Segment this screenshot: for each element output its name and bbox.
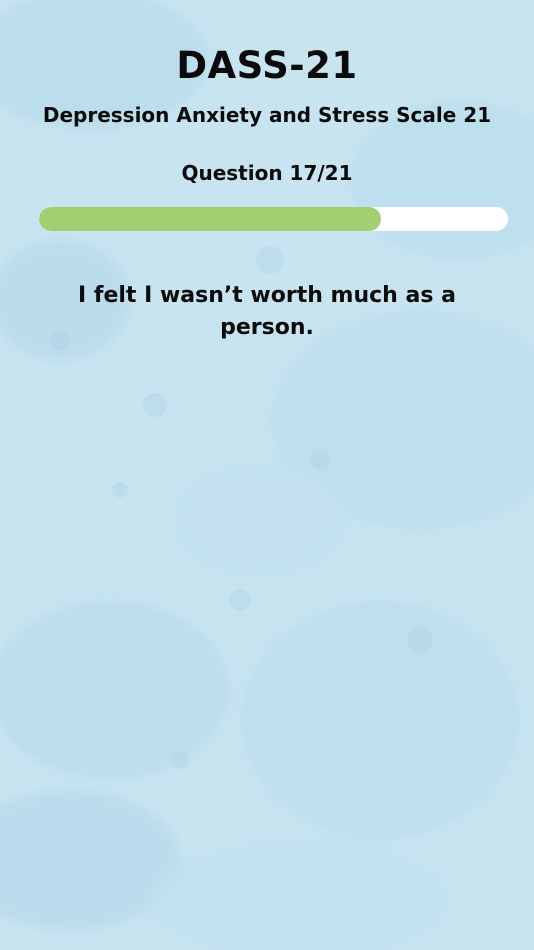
app-title: DASS-21 [176,44,358,87]
progress-bar-fill [39,207,382,231]
app-subtitle: Depression Anxiety and Stress Scale 21 [42,103,492,127]
question-screen: DASS-21 Depression Anxiety and Stress Sc… [0,0,534,950]
progress-bar [39,207,508,231]
question-counter: Question 17/21 [181,161,353,185]
question-text: I felt I wasn’t worth much as a person. [78,283,456,340]
